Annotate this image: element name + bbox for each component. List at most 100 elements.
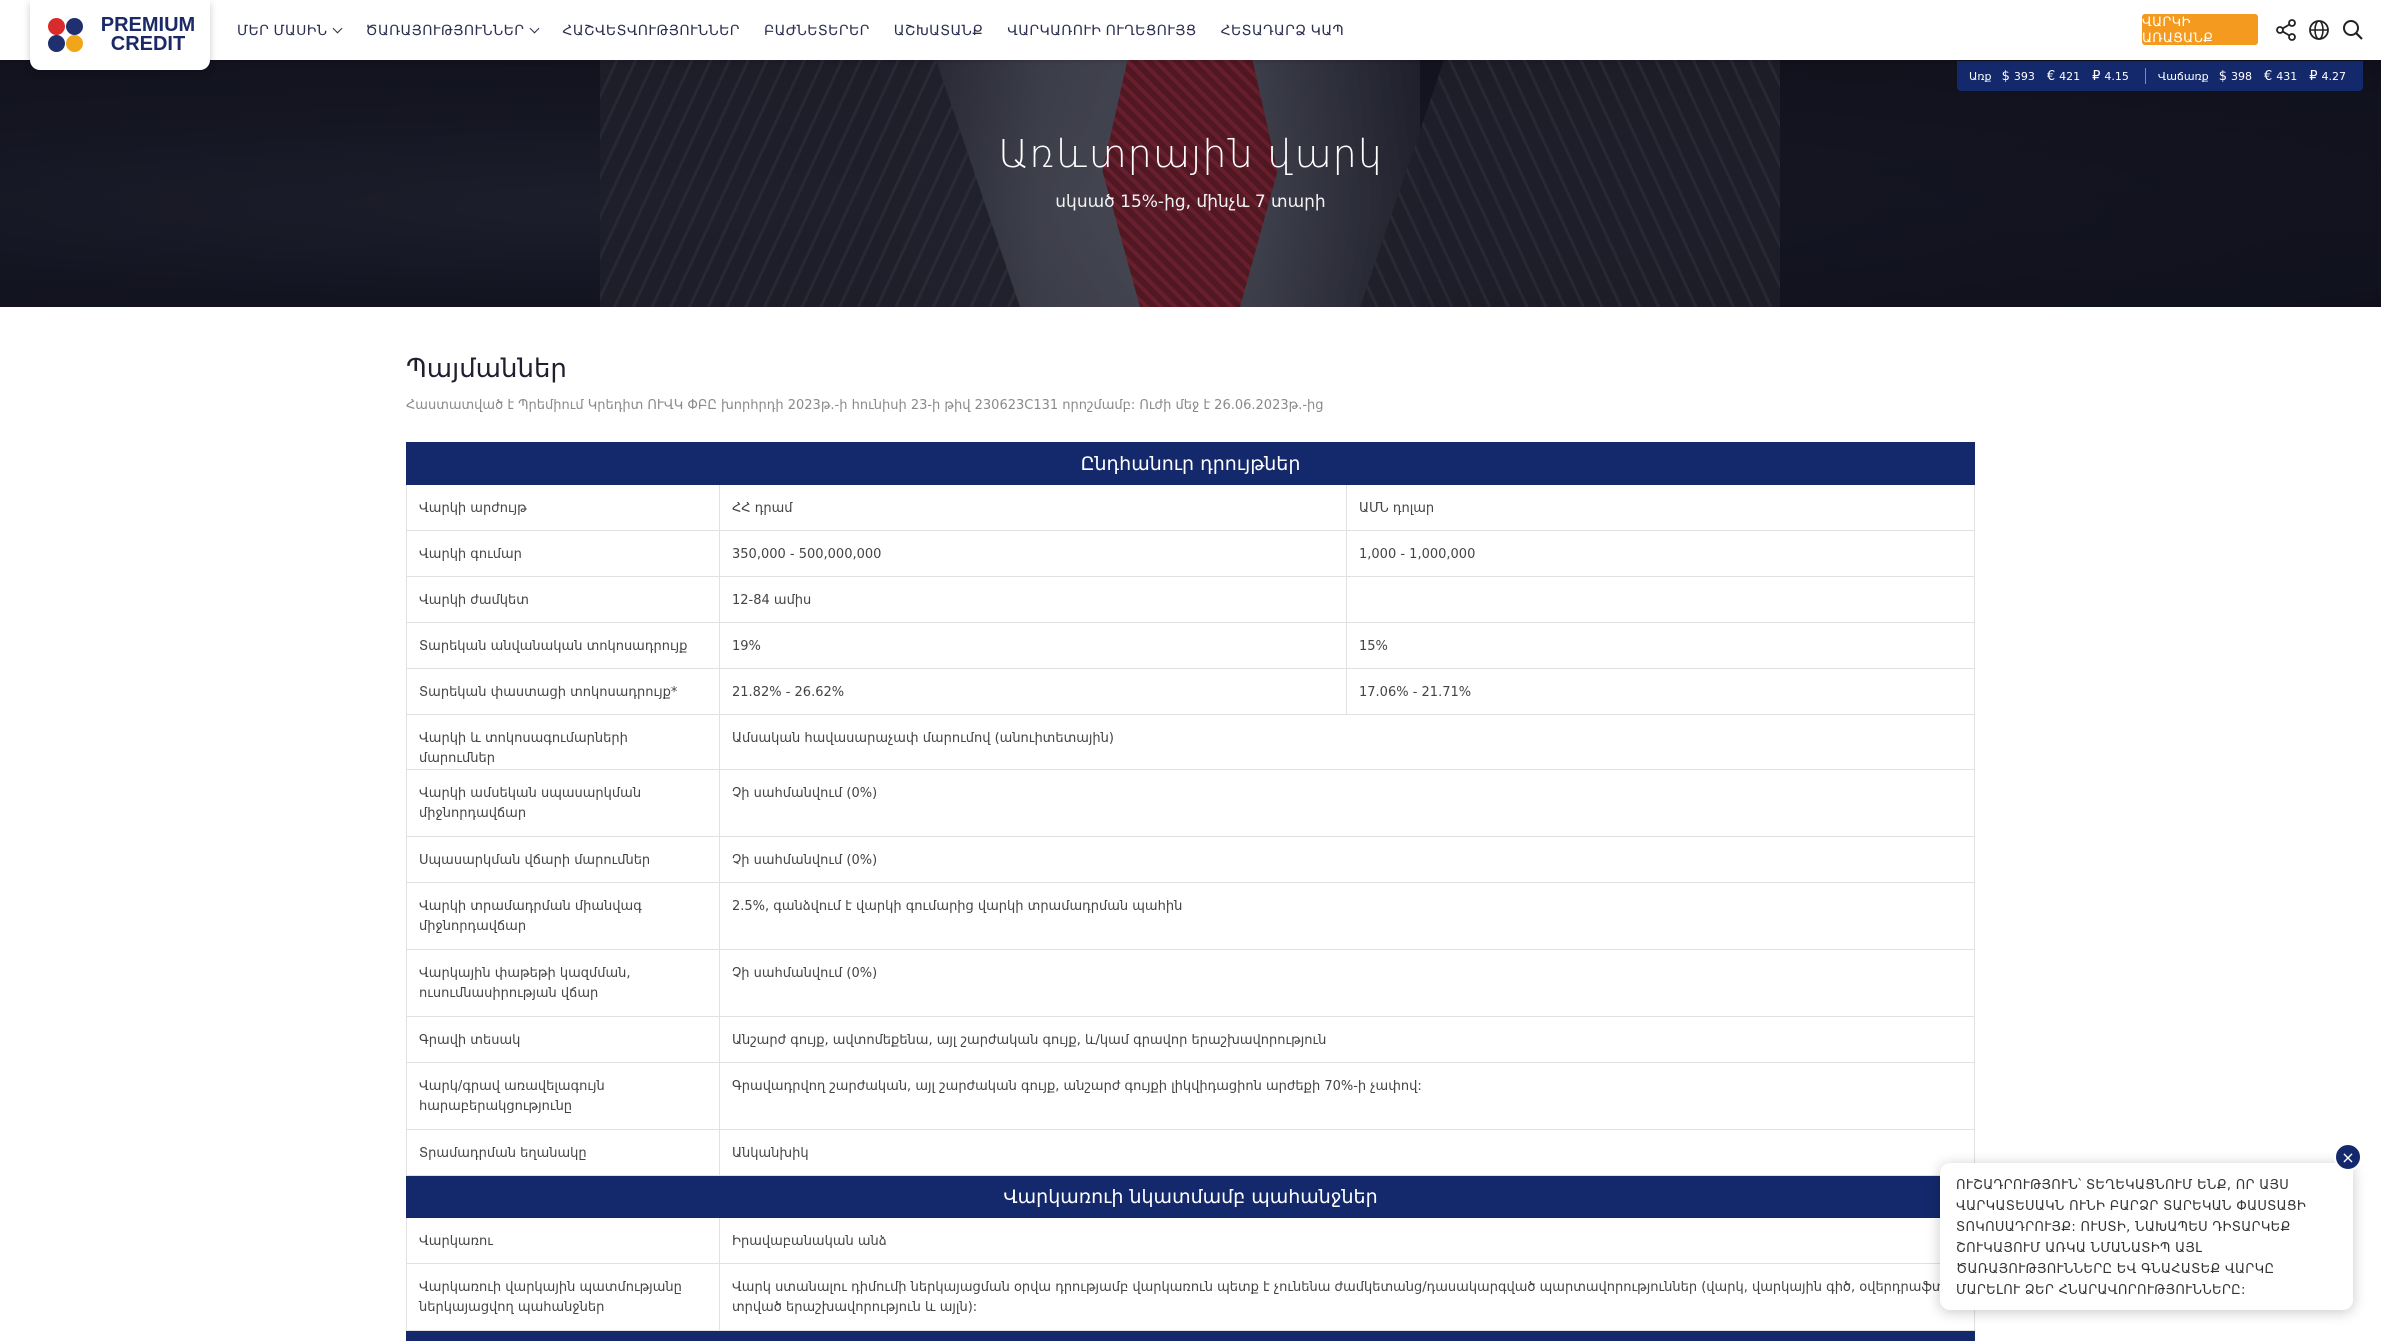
site-logo[interactable]: PREMIUM CREDIT: [30, 0, 210, 70]
rate-sell-rub: 4.27: [2321, 69, 2347, 83]
table-row: Վարկի արժույթ ՀՀ դրամ ԱՄՆ դոլար: [406, 484, 1975, 531]
table-row: Վարկի և տոկոսագումարների մարումներ Ամսակ…: [406, 714, 1975, 770]
nav-item-label: ԾԱՌԱՅՈՒԹՅՈՒՆՆԵՐ: [365, 21, 525, 38]
chevron-down-icon: [333, 23, 343, 33]
table-section-header: Ընդհանուր դրույթներ: [406, 442, 1975, 485]
row-label: Տարեկան անվանական տոկոսադրույք: [406, 622, 720, 669]
share-icon[interactable]: [2274, 18, 2298, 42]
warning-text: ՈՒՇԱԴՐՈՒԹՅՈՒՆ՝ ՏԵՂԵԿԱՑՆՈՒՄ ԵՆՔ, ՈՐ ԱՅՍ Վ…: [1956, 1178, 2307, 1298]
ruble-icon: ₽: [2309, 68, 2318, 84]
search-icon[interactable]: [2341, 18, 2365, 42]
ruble-icon: ₽: [2092, 68, 2101, 84]
main-nav: ՄԵՐ ՄԱՍԻՆ ԾԱՌԱՅՈՒԹՅՈՒՆՆԵՐ ՀԱՇՎԵՏՎՈՒԹՅՈՒՆ…: [237, 0, 1368, 60]
row-value: Չի սահմանվում (0%): [719, 949, 1975, 1017]
page-title: Պայմաններ: [406, 354, 567, 384]
rates-buy: Առք $393 €421 ₽4.15: [1969, 69, 2141, 84]
row-value: Չի սահմանվում (0%): [719, 769, 1975, 837]
table-row: Տարեկան փաստացի տոկոսադրույք* 21.82% - 2…: [406, 668, 1975, 715]
row-value-usd: 17.06% - 21.71%: [1346, 668, 1975, 715]
row-value-amd: 12-84 ամիս: [719, 576, 1347, 623]
table-row: Վարկի տրամադրման միանվագ միջնորդավճար 2.…: [406, 882, 1975, 950]
rates-sell-label: Վաճառք: [2157, 69, 2209, 83]
section-general-provisions: Ընդհանուր դրույթներ: [406, 442, 1975, 485]
loan-terms-table: Ընդհանուր դրույթներ Վարկի արժույթ ՀՀ դրա…: [406, 442, 1975, 1341]
nav-item-reports[interactable]: ՀԱՇՎԵՏՎՈՒԹՅՈՒՆՆԵՐ: [562, 22, 740, 39]
euro-icon: €: [2263, 68, 2273, 84]
nav-item-about[interactable]: ՄԵՐ ՄԱՍԻՆ: [237, 21, 343, 39]
table-row: Սպասարկման վճարի մարումներ Չի սահմանվում…: [406, 836, 1975, 883]
exchange-rates: Առք $393 €421 ₽4.15 Վաճառք $398 €431 ₽4.…: [1957, 61, 2363, 91]
logo-text: PREMIUM CREDIT: [92, 15, 204, 55]
globe-icon[interactable]: [2307, 18, 2331, 42]
row-label: Վարկ/գրավ առավելագույն հարաբերակցություն…: [406, 1062, 720, 1130]
terms-header: Պայմաններ Հաստատված է Պրեմիում Կրեդիտ ՈՒ…: [406, 354, 1975, 413]
euro-icon: €: [2046, 68, 2056, 84]
loan-apply-button[interactable]: ՎԱՐԿԻ ԱՌԱՑԱՆՔ: [2142, 14, 2258, 45]
high-rate-warning-popup: ՈՒՇԱԴՐՈՒԹՅՈՒՆ՝ ՏԵՂԵԿԱՑՆՈՒՄ ԵՆՔ, ՈՐ ԱՅՍ Վ…: [1940, 1163, 2353, 1310]
row-label: Վարկի արժույթ: [406, 484, 720, 531]
rates-buy-label: Առք: [1969, 69, 1992, 83]
nav-item-shareholders[interactable]: ԲԱԺՆԵՏԵՐԵՐ: [764, 22, 870, 39]
terms-approval-note: Հաստատված է Պրեմիում Կրեդիտ ՈՒՎԿ ՓԲԸ խոր…: [406, 398, 1324, 413]
rate-buy-eur: 421: [2059, 69, 2081, 83]
row-value-usd: [1346, 576, 1975, 623]
hero-banner: Առևտրային վարկ սկսած 15%-ից, մինչև 7 տար…: [0, 60, 2381, 307]
rate-buy-usd: 393: [2013, 69, 2035, 83]
row-value-amd: 350,000 - 500,000,000: [719, 530, 1347, 577]
table-row: Վարկի գումար 350,000 - 500,000,000 1,000…: [406, 530, 1975, 577]
row-label: Վարկառու: [406, 1217, 720, 1264]
row-label: Տրամադրման եղանակը: [406, 1129, 720, 1176]
table-row: Գրավի տեսակ Անշարժ գույք, ավտոմեքենա, այ…: [406, 1016, 1975, 1063]
section-other-conditions: Այլ պայմաններ: [406, 1330, 1975, 1341]
row-label: Վարկի և տոկոսագումարների մարումներ: [406, 714, 720, 770]
row-value: 2.5%, գանձվում է վարկի գումարից վարկի տր…: [719, 882, 1975, 950]
row-label: Վարկի ամսեկան սպասարկման միջնորդավճար: [406, 769, 720, 837]
nav-item-label: ՀԵՏԱԴԱՐՁ ԿԱՊ: [1220, 21, 1345, 38]
rate-sell-usd: 398: [2230, 69, 2252, 83]
row-value: Անշարժ գույք, ավտոմեքենա, այլ շարժական գ…: [719, 1016, 1975, 1063]
row-value: Անկանխիկ: [719, 1129, 1975, 1176]
nav-item-label: ԲԱԺՆԵՏԵՐԵՐ: [763, 21, 870, 38]
table-section-header: Այլ պայմաններ: [406, 1330, 1975, 1341]
row-value-usd: 15%: [1346, 622, 1975, 669]
nav-item-services[interactable]: ԾԱՌԱՅՈՒԹՅՈՒՆՆԵՐ: [365, 21, 540, 39]
nav-item-label: ՎԱՐԿԱՌՈՒԻ ՈՒՂԵՑՈՒՅՑ: [1007, 21, 1197, 38]
row-label: Վարկի ժամկետ: [406, 576, 720, 623]
row-label: Սպասարկման վճարի մարումներ: [406, 836, 720, 883]
row-value-amd: 19%: [719, 622, 1347, 669]
table-row: Տրամադրման եղանակը Անկանխիկ: [406, 1129, 1975, 1176]
close-icon[interactable]: ×: [2334, 1143, 2362, 1171]
row-value: Չի սահմանվում (0%): [719, 836, 1975, 883]
table-row: Տարեկան անվանական տոկոսադրույք 19% 15%: [406, 622, 1975, 669]
table-section-header: Վարկառուի նկատմամբ պահանջներ: [406, 1175, 1975, 1218]
nav-item-borrower-guide[interactable]: ՎԱՐԿԱՌՈՒԻ ՈՒՂԵՑՈՒՅՑ: [1007, 22, 1196, 39]
section-borrower-requirements: Վարկառուի նկատմամբ պահանջներ: [406, 1175, 1975, 1218]
logo-mark-icon: [48, 18, 86, 52]
nav-item-label: ՄԵՐ ՄԱՍԻՆ: [237, 21, 328, 38]
table-row: Վարկառու Իրավաբանական անձ: [406, 1217, 1975, 1264]
hero-title: Առևտրային վարկ: [998, 132, 1383, 176]
chevron-down-icon: [529, 23, 540, 33]
nav-item-label: ԱՇԽԱՏԱՆՔ: [893, 21, 984, 38]
dollar-icon: $: [2218, 68, 2227, 84]
row-value: Իրավաբանական անձ: [719, 1217, 1975, 1264]
rate-sell-eur: 431: [2276, 69, 2298, 83]
row-value-usd: ԱՄՆ դոլար: [1346, 484, 1975, 531]
logo-line-2: CREDIT: [110, 33, 186, 55]
top-navbar: ՄԵՐ ՄԱՍԻՆ ԾԱՌԱՅՈՒԹՅՈՒՆՆԵՐ ՀԱՇՎԵՏՎՈՒԹՅՈՒՆ…: [0, 0, 2381, 60]
row-value-amd: ՀՀ դրամ: [719, 484, 1347, 531]
row-label: Վարկի տրամադրման միանվագ միջնորդավճար: [406, 882, 720, 950]
nav-item-careers[interactable]: ԱՇԽԱՏԱՆՔ: [894, 22, 984, 39]
nav-item-contact[interactable]: ՀԵՏԱԴԱՐՁ ԿԱՊ: [1221, 22, 1344, 39]
row-value: Վարկ ստանալու դիմումի ներկայացման օրվա դ…: [719, 1263, 1975, 1331]
table-row: Վարկի ամսեկան սպասարկման միջնորդավճար Չի…: [406, 769, 1975, 837]
table-row: Վարկառուի վարկային պատմությանը ներկայացվ…: [406, 1263, 1975, 1331]
row-label: Գրավի տեսակ: [406, 1016, 720, 1063]
row-value-amd: 21.82% - 26.62%: [719, 668, 1347, 715]
nav-item-label: ՀԱՇՎԵՏՎՈՒԹՅՈՒՆՆԵՐ: [562, 21, 740, 38]
row-label: Վարկառուի վարկային պատմությանը ներկայացվ…: [406, 1263, 720, 1331]
row-value-usd: 1,000 - 1,000,000: [1346, 530, 1975, 577]
rates-sell: Վաճառք $398 €431 ₽4.27: [2158, 69, 2358, 84]
rate-buy-rub: 4.15: [2104, 69, 2129, 83]
rates-divider: [2144, 68, 2146, 84]
